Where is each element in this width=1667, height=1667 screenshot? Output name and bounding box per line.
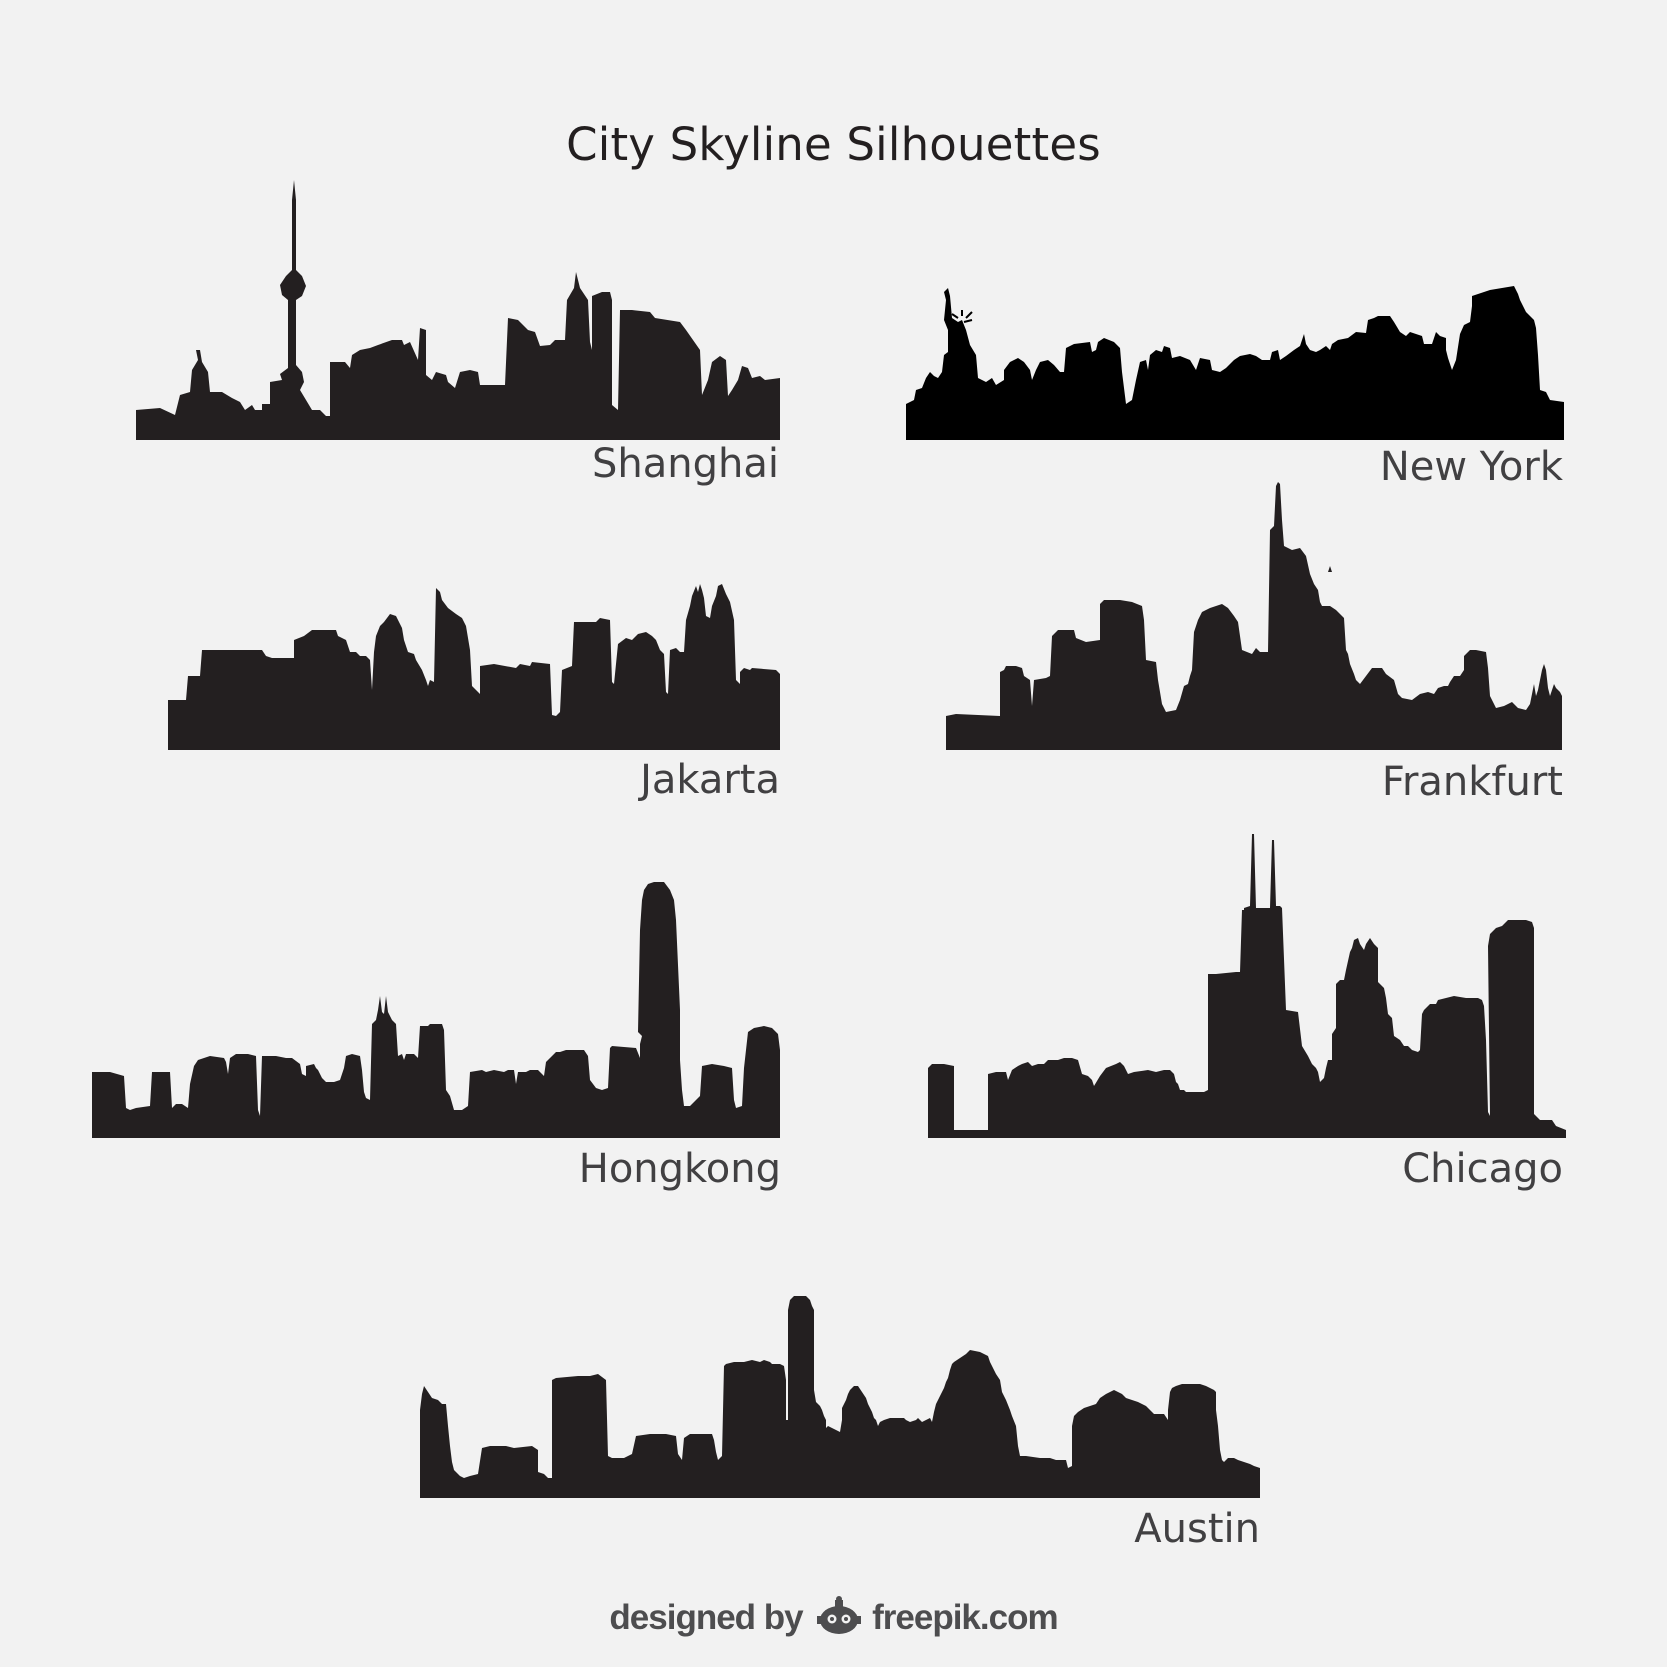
shanghai-skyline-icon: [136, 180, 780, 440]
freepik-credit: designed by freepik.com: [0, 1596, 1667, 1638]
frankfurt-skyline-icon: [946, 482, 1562, 750]
city-label-jakarta: Jakarta: [640, 757, 780, 803]
city-label-austin: Austin: [1134, 1506, 1260, 1552]
city-label-frankfurt: Frankfurt: [1381, 759, 1563, 805]
city-label-new-york: New York: [1379, 444, 1563, 490]
chicago-skyline-icon: [928, 834, 1566, 1138]
city-label-chicago: Chicago: [1402, 1146, 1563, 1192]
credit-prefix: designed by: [609, 1598, 803, 1637]
credit-brand: freepik.com: [872, 1598, 1058, 1637]
hongkong-skyline-icon: [92, 882, 780, 1138]
jakarta-skyline-icon: [168, 584, 780, 750]
city-label-hongkong: Hongkong: [578, 1146, 781, 1192]
freepik-logo-icon: [817, 1596, 862, 1634]
page: City Skyline Silhouettes Shanghai New Yo…: [0, 0, 1667, 1667]
new-york-skyline-icon: [906, 286, 1564, 440]
skyline-canvas: [92, 180, 1566, 1498]
austin-skyline-icon: [420, 1296, 1260, 1498]
city-label-shanghai: Shanghai: [592, 441, 779, 487]
